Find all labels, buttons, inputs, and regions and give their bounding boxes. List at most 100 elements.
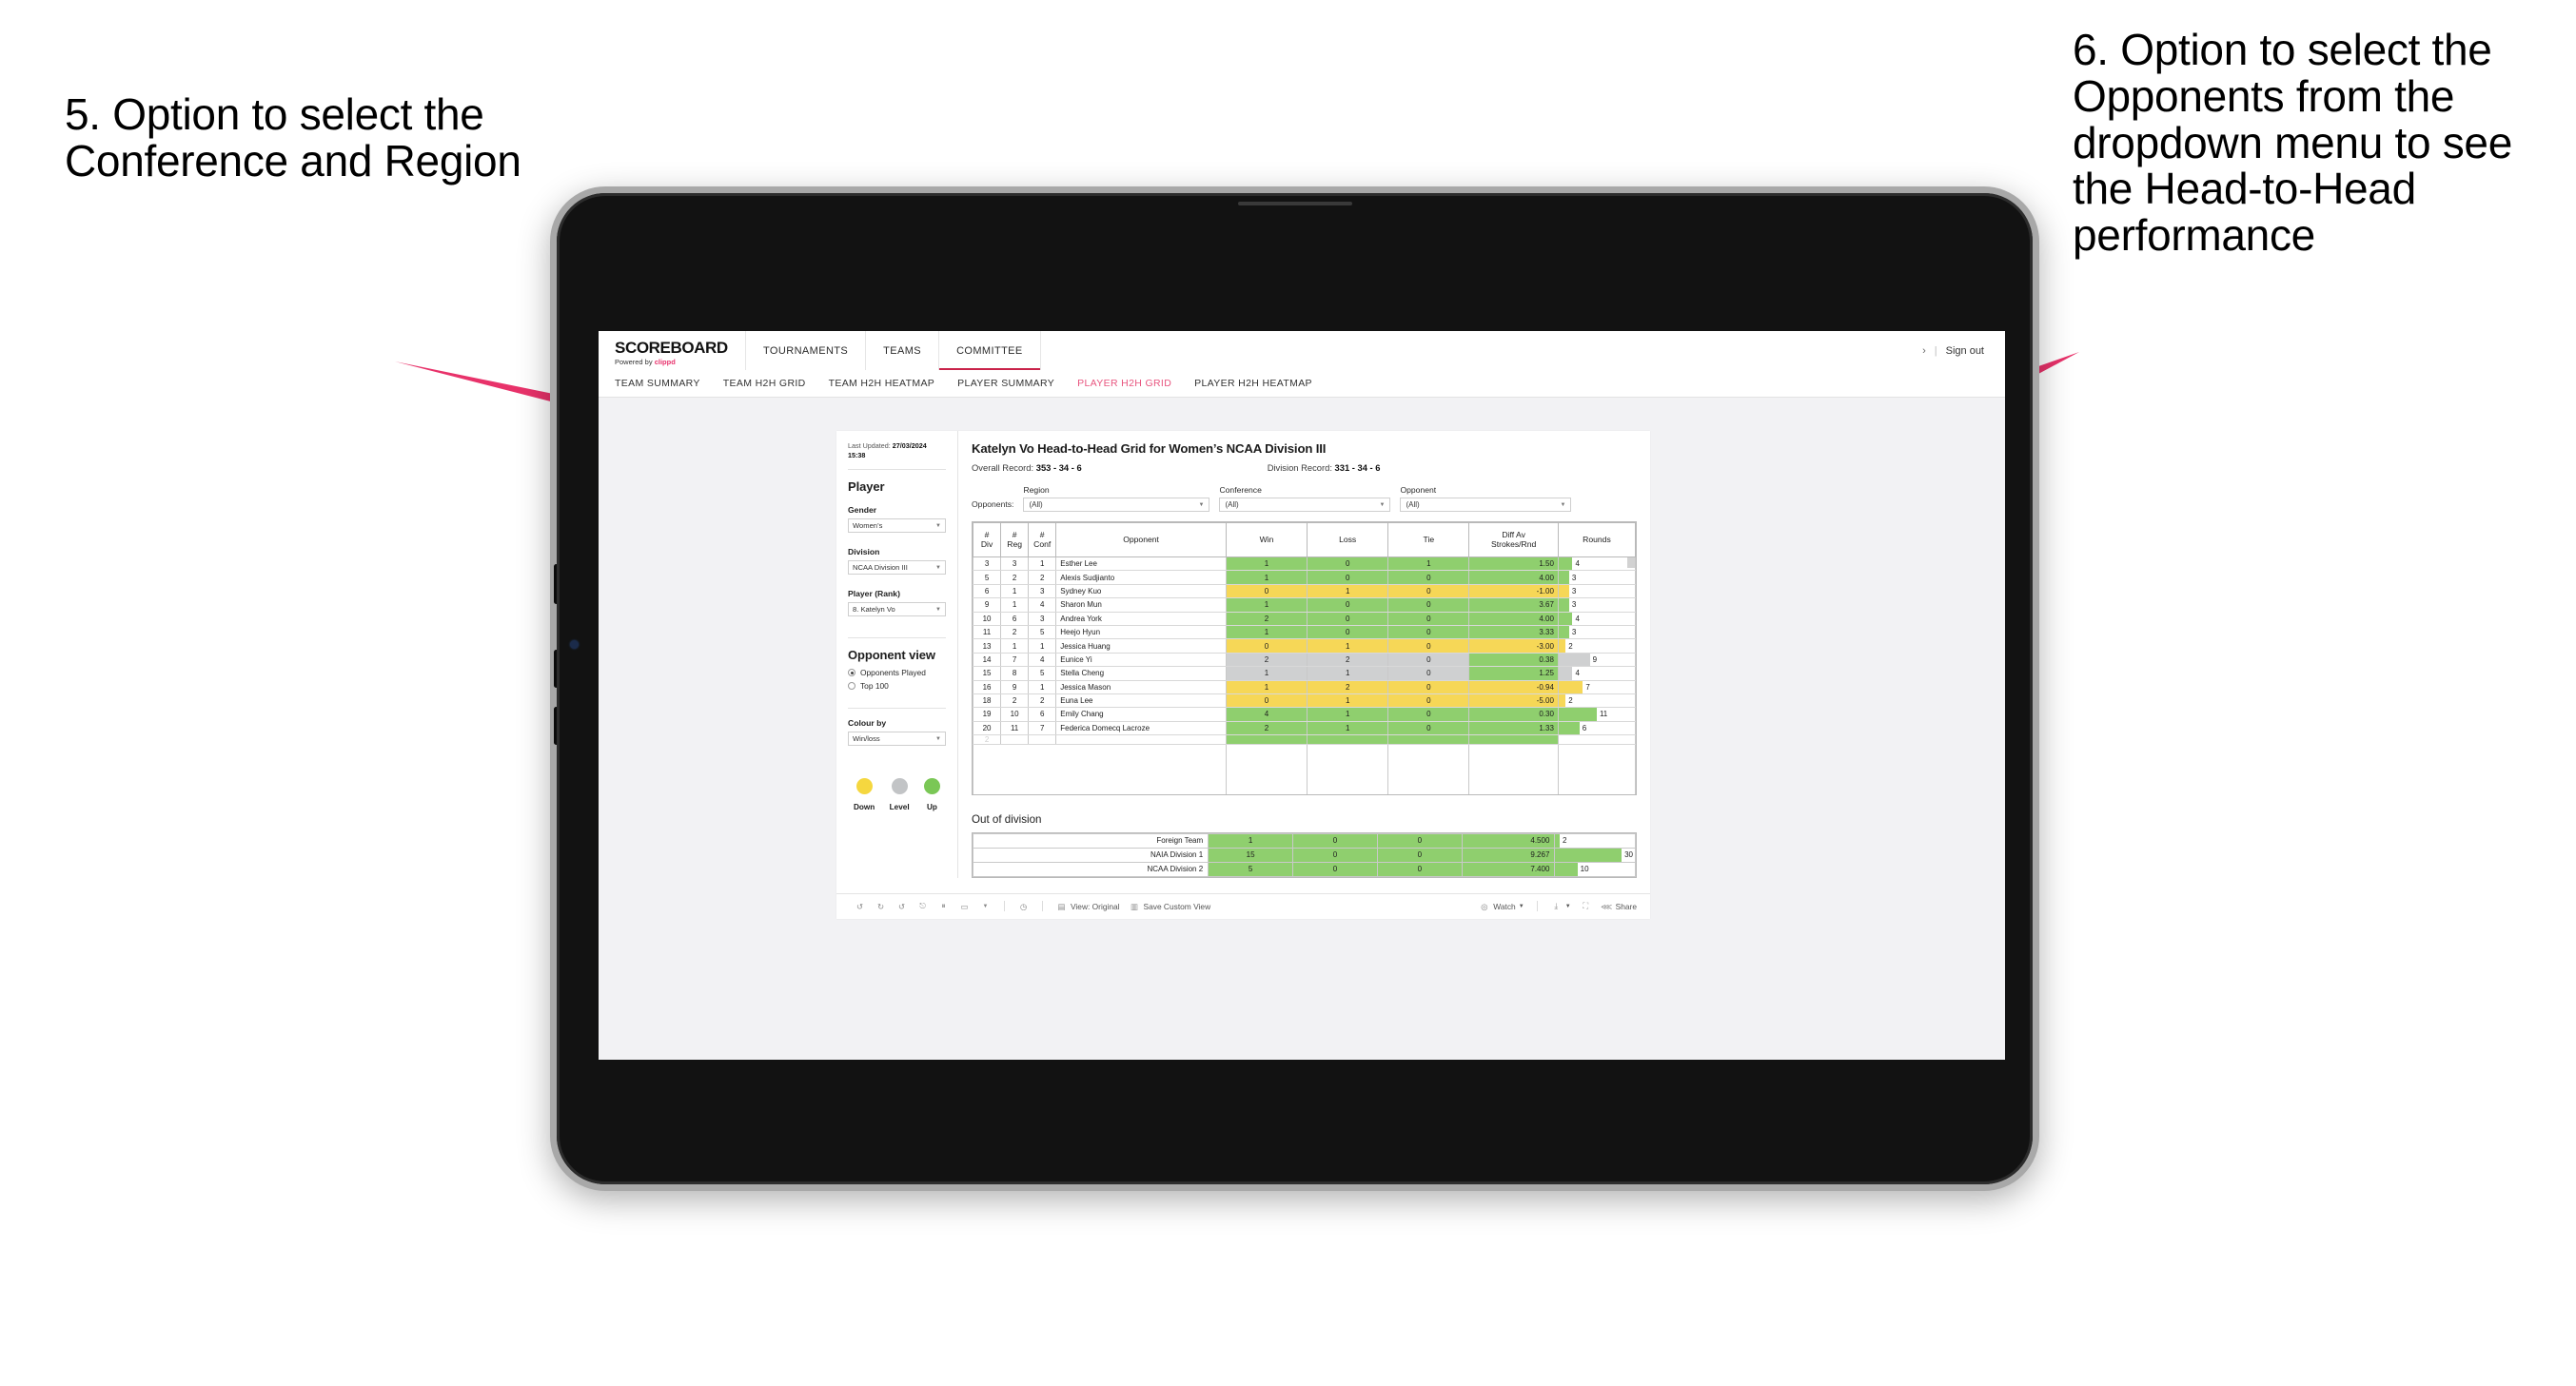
tablet-button-power[interactable] xyxy=(554,564,559,604)
redo-icon[interactable]: ↻ xyxy=(875,900,887,912)
rounds-bar-cell: 2 xyxy=(1557,638,1637,654)
nav-tournaments[interactable]: TOURNAMENTS xyxy=(746,331,867,370)
table-row[interactable]: 14 7 4 Eunice Yi 2 2 0 0.38 9 xyxy=(972,653,1637,668)
out-of-division-row[interactable]: Foreign Team 1 0 0 4.500 2 xyxy=(972,832,1636,849)
revert-icon[interactable]: ↺ xyxy=(895,900,908,912)
grid-col-header-4[interactable]: Win xyxy=(1225,522,1308,557)
grid-col-header-0[interactable]: # Div xyxy=(972,522,1002,557)
table-cell: 0 xyxy=(1387,612,1470,626)
table-row[interactable]: 3 3 1 Esther Lee 1 0 1 1.50 4 xyxy=(972,556,1637,572)
player-rank-select[interactable]: 8. Katelyn Vo ▼ xyxy=(848,602,946,616)
pause-updates-icon[interactable]: ⏸ xyxy=(937,900,950,912)
table-cell: 0 xyxy=(1292,847,1378,863)
highlight-icon[interactable]: ▭ xyxy=(958,900,971,912)
fullscreen-icon[interactable]: ⛶ xyxy=(1580,900,1592,912)
table-cell: 2 xyxy=(1225,653,1308,668)
subnav-team-h2h-grid[interactable]: TEAM H2H GRID xyxy=(723,378,806,389)
table-row[interactable]: 11 2 5 Heejo Hyun 1 0 0 3.33 3 xyxy=(972,625,1637,640)
table-cell: 5 xyxy=(1028,666,1057,681)
out-of-division-row[interactable]: NAIA Division 1 15 0 0 9.267 30 xyxy=(972,847,1636,863)
toolbar-divider-1 xyxy=(1004,901,1005,912)
chevron-right-icon[interactable]: › xyxy=(1922,345,1926,357)
grid-col-header-2[interactable]: # Conf xyxy=(1028,522,1057,557)
download-button[interactable]: ⤓ ▼ xyxy=(1550,900,1570,912)
colour-by-select[interactable]: Win/loss ▼ xyxy=(848,732,946,746)
nav-teams[interactable]: TEAMS xyxy=(866,331,940,370)
table-row[interactable]: 20 11 7 Federica Domecq Lacroze 2 1 0 1.33 6 xyxy=(972,721,1637,736)
out-of-division-row[interactable]: NCAA Division 2 5 0 0 7.400 10 xyxy=(972,861,1636,877)
table-cell: -1.00 xyxy=(1468,584,1559,599)
refresh-data-icon[interactable]: ⎋ xyxy=(916,900,929,912)
undo-icon[interactable]: ↺ xyxy=(854,900,866,912)
rounds-value: 2 xyxy=(1563,836,1567,846)
grid-col-header-7[interactable]: Diff Av Strokes/Rnd xyxy=(1468,522,1559,557)
nav-committee[interactable]: COMMITTEE xyxy=(939,331,1041,370)
table-row[interactable]: 15 8 5 Stella Cheng 1 1 0 1.25 4 xyxy=(972,666,1637,681)
subnav-team-h2h-heatmap[interactable]: TEAM H2H HEATMAP xyxy=(829,378,935,389)
rounds-bar xyxy=(1558,653,1590,667)
watch-button[interactable]: ◎ Watch ▼ xyxy=(1478,900,1524,912)
rounds-value: 11 xyxy=(1599,710,1608,719)
legend-dot-level xyxy=(891,778,908,794)
rounds-value: 7 xyxy=(1585,682,1590,692)
rounds-value: 9 xyxy=(1592,654,1598,664)
table-cell: Sharon Mun xyxy=(1055,597,1227,613)
rounds-bar-cell: 4 xyxy=(1557,556,1637,572)
conference-dropdown[interactable]: (All) ▼ xyxy=(1219,498,1391,512)
grid-col-header-8[interactable]: Rounds xyxy=(1557,522,1637,557)
table-cell: 2 xyxy=(1028,570,1057,585)
table-row[interactable]: 13 1 1 Jessica Huang 0 1 0 -3.00 2 xyxy=(972,638,1637,654)
legend-label-up: Up xyxy=(927,803,937,811)
powered-by-prefix: Powered by xyxy=(615,358,655,366)
table-cell: 2 xyxy=(1000,570,1030,585)
radio-opponents-played[interactable]: Opponents Played xyxy=(848,668,946,677)
subnav-player-h2h-grid[interactable]: PLAYER H2H GRID xyxy=(1077,378,1171,389)
grid-col-header-5[interactable]: Loss xyxy=(1307,522,1389,557)
table-cell: 0.30 xyxy=(1468,707,1559,722)
table-cell: 1 xyxy=(1028,556,1057,572)
subnav-team-summary[interactable]: TEAM SUMMARY xyxy=(615,378,700,389)
table-row[interactable]: 9 1 4 Sharon Mun 1 0 0 3.67 3 xyxy=(972,597,1637,613)
view-original-button[interactable]: ▤ View: Original xyxy=(1055,900,1120,912)
table-cell: 0 xyxy=(1387,680,1470,694)
tablet-button-volume-up[interactable] xyxy=(554,650,559,688)
sign-out-link[interactable]: Sign out xyxy=(1946,345,1984,357)
opponent-dropdown[interactable]: (All) ▼ xyxy=(1400,498,1572,512)
subnav-player-summary[interactable]: PLAYER SUMMARY xyxy=(957,378,1054,389)
table-cell: -3.00 xyxy=(1468,638,1559,654)
grid-scrollbar[interactable] xyxy=(1627,557,1635,568)
rounds-bar-cell: 3 xyxy=(1557,597,1637,613)
table-cell: 0 xyxy=(1225,638,1308,654)
grid-col-header-3[interactable]: Opponent xyxy=(1055,522,1227,557)
chevron-down-icon: ▼ xyxy=(935,564,941,571)
gender-select[interactable]: Women’s ▼ xyxy=(848,518,946,533)
radio-top-100[interactable]: Top 100 xyxy=(848,681,946,691)
scoreboard-logo[interactable]: SCOREBOARD Powered by clippd xyxy=(599,331,746,370)
clock-history-icon[interactable]: ◷ xyxy=(1017,900,1030,912)
chevron-down-icon[interactable]: ▼ xyxy=(979,900,992,912)
region-dropdown[interactable]: (All) ▼ xyxy=(1023,498,1210,512)
table-row[interactable]: 18 2 2 Euna Lee 0 1 0 -5.00 2 xyxy=(972,693,1637,709)
last-updated-date: 27/03/2024 xyxy=(892,441,927,450)
annotation-right-text: 6. Option to select the Opponents from t… xyxy=(2073,25,2512,260)
chevron-down-icon: ▼ xyxy=(935,735,941,742)
table-row[interactable]: 6 1 3 Sydney Kuo 0 1 0 -1.00 3 xyxy=(972,584,1637,599)
table-cell: 15 xyxy=(972,666,1002,681)
grid-col-header-1[interactable]: # Reg xyxy=(1000,522,1030,557)
division-select[interactable]: NCAA Division III ▼ xyxy=(848,560,946,575)
table-row[interactable]: 19 10 6 Emily Chang 4 1 0 0.30 11 xyxy=(972,707,1637,722)
save-custom-view-button[interactable]: ▥ Save Custom View xyxy=(1129,900,1210,912)
share-button[interactable]: ⋘ Share xyxy=(1601,900,1637,912)
table-row[interactable]: 5 2 2 Alexis Sudjianto 1 0 0 4.00 3 xyxy=(972,570,1637,585)
division-record: Division Record: 331 - 34 - 6 xyxy=(1268,462,1381,473)
save-view-icon: ▥ xyxy=(1131,901,1138,911)
subnav-player-h2h-heatmap[interactable]: PLAYER H2H HEATMAP xyxy=(1194,378,1312,389)
table-row[interactable]: 10 6 3 Andrea York 2 0 0 4.00 4 xyxy=(972,612,1637,626)
table-row[interactable]: 16 9 1 Jessica Mason 1 2 0 -0.94 7 xyxy=(972,680,1637,694)
tablet-button-volume-down[interactable] xyxy=(554,707,559,745)
grid-col-header-6[interactable]: Tie xyxy=(1387,522,1470,557)
dashboard-area: Last Updated: 27/03/2024 15:38 Player Ge… xyxy=(599,398,2005,919)
table-cell: 7 xyxy=(1028,721,1057,736)
table-cell: 0.38 xyxy=(1468,653,1559,668)
table-cell: 11 xyxy=(1000,721,1030,736)
